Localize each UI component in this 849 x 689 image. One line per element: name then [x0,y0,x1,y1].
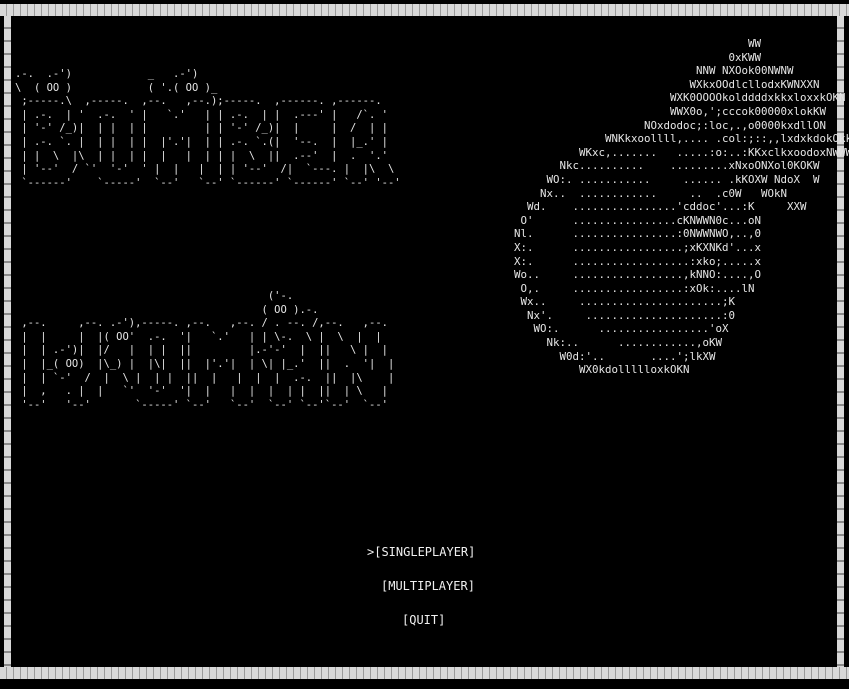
menu-multiplayer-button[interactable]: [MULTIPLAYER] [381,579,475,593]
bomb-ascii-art: WW 0xKWW NNW NXOok00NWNW WXkxOOdlcllodxK… [514,37,849,377]
top-border [0,4,849,16]
title-bomber-ascii: .-. .-') _ .-') \ ( OO ) ( '.( OO )_ ;--… [15,68,401,189]
menu-singleplayer-button[interactable]: >[SINGLEPLAYER] [367,545,475,559]
menu-quit-button[interactable]: [QUIT] [402,613,445,627]
title-woman-ascii: ('-. ( OO ).-. ,--. ,--. .-'),-----. ,--… [21,290,395,411]
bottom-border [0,667,849,679]
left-border [4,16,11,667]
game-screen: .-. .-') _ .-') \ ( OO ) ( '.( OO )_ ;--… [0,0,849,689]
